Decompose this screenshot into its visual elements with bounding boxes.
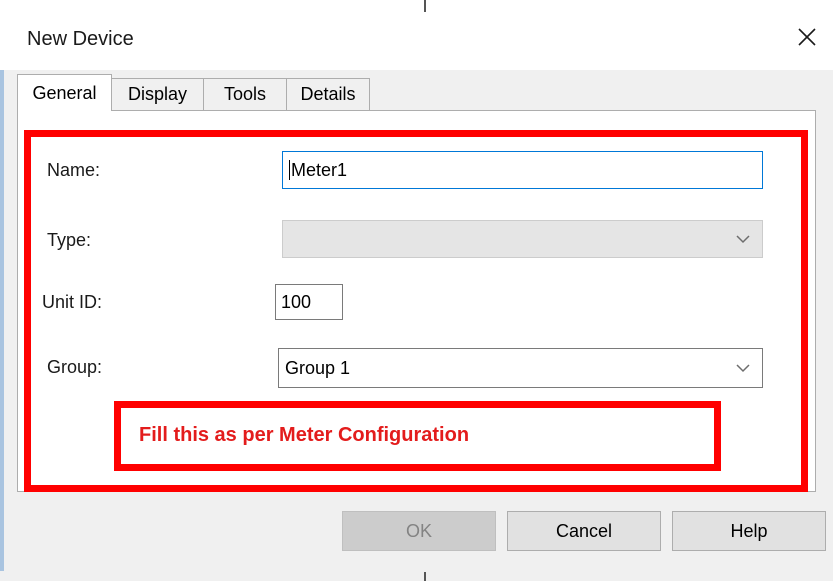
cancel-button[interactable]: Cancel bbox=[507, 511, 661, 551]
group-value: Group 1 bbox=[285, 357, 351, 378]
type-label: Type: bbox=[47, 230, 92, 250]
background-divider bbox=[424, 0, 426, 12]
background-divider bbox=[424, 572, 426, 581]
unit-id-label: Unit ID: bbox=[42, 292, 103, 312]
type-select[interactable] bbox=[282, 220, 763, 258]
chevron-down-icon bbox=[736, 364, 750, 373]
name-input[interactable]: Meter1 bbox=[282, 151, 763, 189]
close-icon bbox=[798, 28, 816, 46]
close-button[interactable] bbox=[790, 20, 824, 54]
tab-display[interactable]: Display bbox=[111, 78, 204, 110]
tab-general[interactable]: General bbox=[17, 74, 112, 111]
new-device-dialog: New Device General Display Tools Details… bbox=[0, 0, 833, 581]
annotation-text: Fill this as per Meter Configuration bbox=[139, 424, 470, 446]
tab-details[interactable]: Details bbox=[286, 78, 370, 110]
group-select[interactable]: Group 1 bbox=[278, 348, 763, 388]
annotation-callout: Fill this as per Meter Configuration bbox=[114, 401, 721, 471]
unit-id-input[interactable]: 100 bbox=[275, 284, 343, 320]
text-cursor bbox=[289, 160, 290, 180]
ok-button[interactable]: OK bbox=[342, 511, 496, 551]
chevron-down-icon bbox=[736, 235, 750, 244]
unit-id-value: 100 bbox=[281, 291, 312, 312]
help-button[interactable]: Help bbox=[672, 511, 826, 551]
tab-tools[interactable]: Tools bbox=[203, 78, 287, 110]
name-label: Name: bbox=[47, 160, 101, 180]
name-value: Meter1 bbox=[291, 159, 348, 180]
dialog-title: New Device bbox=[27, 28, 134, 50]
group-label: Group: bbox=[47, 357, 103, 377]
window-edge bbox=[0, 70, 4, 571]
